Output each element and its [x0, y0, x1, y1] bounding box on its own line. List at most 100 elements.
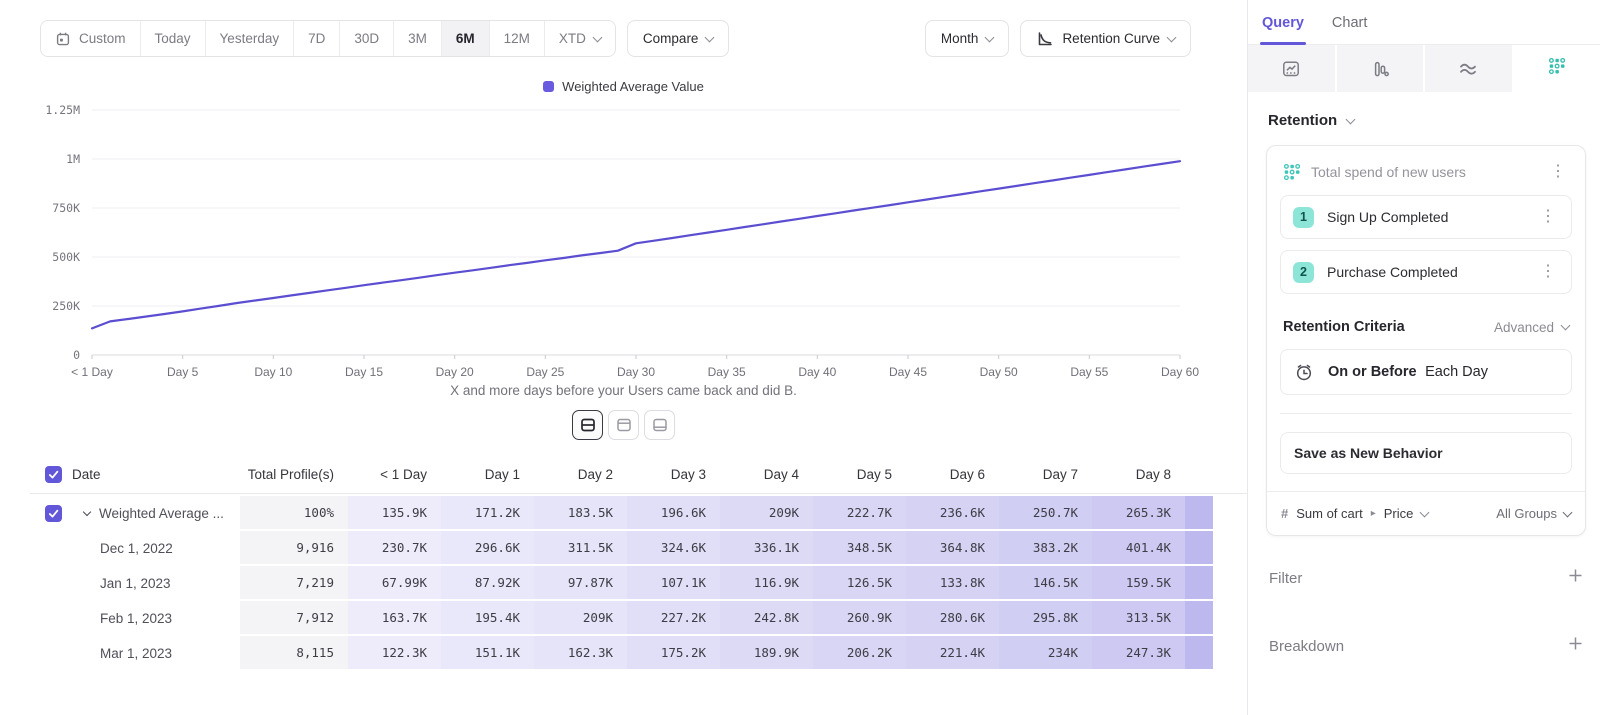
- add-breakdown-icon[interactable]: [1568, 636, 1583, 656]
- numeric-property-icon: #: [1281, 506, 1288, 521]
- funnels-icon: [1370, 59, 1390, 79]
- alarm-clock-icon: [1294, 362, 1314, 382]
- timing-selector[interactable]: On or Before Each Day: [1280, 349, 1572, 395]
- checkbox[interactable]: [45, 466, 62, 483]
- table-row[interactable]: Feb 1, 20237,912163.7K195.4K209K227.2K24…: [30, 601, 1247, 636]
- caret-right-icon: ▸: [1371, 508, 1376, 519]
- chevron-down-icon[interactable]: [83, 508, 91, 516]
- row-label-cell: Weighted Average ...: [72, 496, 240, 531]
- chevron-down-icon: [1420, 507, 1430, 517]
- groups-dropdown[interactable]: All Groups: [1496, 506, 1571, 521]
- svg-text:1M: 1M: [66, 152, 80, 166]
- range-30d[interactable]: 30D: [340, 21, 394, 56]
- table-row[interactable]: Weighted Average ...100%135.9K171.2K183.…: [30, 496, 1247, 531]
- retention-cell: 236.6K: [906, 496, 999, 531]
- insights-icon: [1281, 59, 1301, 79]
- column-header: Day 7: [999, 456, 1092, 493]
- breakdown-section[interactable]: Breakdown: [1266, 636, 1586, 656]
- layout-chart-view-button[interactable]: [608, 410, 639, 440]
- compare-label: Compare: [643, 31, 699, 46]
- retention-cell: 195.4K: [441, 601, 534, 636]
- range-7d[interactable]: 7D: [294, 21, 340, 56]
- column-header: < 1 Day: [348, 456, 441, 493]
- range-12m[interactable]: 12M: [490, 21, 545, 56]
- svg-text:< 1 Day: < 1 Day: [71, 365, 113, 379]
- chart-legend: Weighted Average Value: [0, 79, 1247, 94]
- date-range-group: CustomTodayYesterday7D30D3M 6M 12M XTD: [40, 20, 616, 57]
- range-6m[interactable]: 6M: [442, 21, 490, 56]
- chevron-down-icon: [592, 32, 602, 42]
- retention-cell: 324.6K: [627, 531, 720, 566]
- retention-cell: 107.1K: [627, 566, 720, 601]
- range-xtd[interactable]: XTD: [545, 21, 615, 56]
- chevron-down-icon: [705, 32, 715, 42]
- report-type-dropdown[interactable]: Retention: [1266, 112, 1586, 129]
- retention-cell: 189.9K: [720, 636, 813, 671]
- more-options-icon[interactable]: ⋮: [1547, 164, 1569, 180]
- series-label: Weighted Average ...: [99, 506, 224, 521]
- behavior-step[interactable]: 2Purchase Completed⋮: [1280, 250, 1572, 294]
- range-custom[interactable]: Custom: [41, 21, 141, 56]
- retention-cell: 135.9K: [348, 496, 441, 531]
- advanced-label: Advanced: [1494, 320, 1554, 335]
- tab-chart[interactable]: Chart: [1332, 15, 1367, 44]
- divider: [1280, 413, 1572, 414]
- date-label: Mar 1, 2023: [100, 646, 172, 661]
- layout-table-view-button[interactable]: [644, 410, 675, 440]
- row-checkbox-cell: [30, 566, 72, 601]
- filter-section[interactable]: Filter: [1266, 568, 1586, 588]
- granularity-dropdown[interactable]: Month: [925, 20, 1010, 57]
- save-behavior-button[interactable]: Save as New Behavior: [1280, 432, 1572, 474]
- range-label: 6M: [456, 31, 475, 46]
- range-today[interactable]: Today: [141, 21, 206, 56]
- svg-text:Day 30: Day 30: [617, 365, 655, 379]
- row-checkbox-cell: [30, 531, 72, 566]
- range-label: 12M: [504, 31, 530, 46]
- range-yesterday[interactable]: Yesterday: [206, 21, 295, 56]
- row-label-cell: Jan 1, 2023: [72, 566, 240, 601]
- retention-cell: 163.7K: [348, 601, 441, 636]
- retention-cell: 97.87K: [534, 566, 627, 601]
- table-row[interactable]: Jan 1, 20237,21967.99K87.92K97.87K107.1K…: [30, 566, 1247, 601]
- table-header-row: DateTotal Profile(s)< 1 DayDay 1Day 2Day…: [30, 456, 1247, 494]
- compare-button[interactable]: Compare: [627, 20, 730, 57]
- svg-text:Day 60: Day 60: [1161, 365, 1199, 379]
- svg-text:Day 20: Day 20: [436, 365, 474, 379]
- tab-query[interactable]: Query: [1262, 15, 1304, 44]
- svg-text:Day 35: Day 35: [708, 365, 746, 379]
- more-options-icon[interactable]: ⋮: [1537, 264, 1559, 280]
- metric-selector[interactable]: # Sum of cart ▸ Price: [1281, 506, 1428, 521]
- svg-text:750K: 750K: [52, 201, 80, 215]
- retention-criteria-label: Retention Criteria: [1283, 319, 1405, 335]
- svg-text:Day 50: Day 50: [980, 365, 1018, 379]
- more-options-icon[interactable]: ⋮: [1537, 209, 1559, 225]
- timing-mode-label: On or Before: [1328, 364, 1417, 380]
- layout-split-view-button[interactable]: [572, 410, 603, 440]
- calendar-icon: [55, 31, 71, 47]
- retention-cell: 133.8K: [906, 566, 999, 601]
- range-3m[interactable]: 3M: [394, 21, 442, 56]
- row-label-cell: Feb 1, 2023: [72, 601, 240, 636]
- step-event-label: Sign Up Completed: [1327, 209, 1524, 225]
- chart-type-label: Retention Curve: [1062, 31, 1160, 46]
- toolbar: CustomTodayYesterday7D30D3M 6M 12M XTD Comp…: [0, 0, 1247, 57]
- svg-text:Day 40: Day 40: [798, 365, 836, 379]
- svg-text:Day 5: Day 5: [167, 365, 199, 379]
- tab-insights[interactable]: [1248, 45, 1337, 92]
- chart-type-dropdown[interactable]: Retention Curve: [1020, 20, 1191, 57]
- tab-retention[interactable]: [1514, 45, 1600, 92]
- behavior-step[interactable]: 1 Sign Up Completed ⋮: [1280, 195, 1572, 239]
- advanced-dropdown[interactable]: Advanced: [1494, 320, 1569, 335]
- add-filter-icon[interactable]: [1568, 568, 1583, 588]
- table-row[interactable]: Dec 1, 20229,916230.7K296.6K311.5K324.6K…: [30, 531, 1247, 566]
- tab-funnels[interactable]: [1337, 45, 1426, 92]
- step-number-badge: 1: [1293, 207, 1314, 228]
- checkbox[interactable]: [45, 505, 62, 522]
- retention-cell: 242.8K: [720, 601, 813, 636]
- layout-toggle-group: [0, 410, 1247, 440]
- retention-table: DateTotal Profile(s)< 1 DayDay 1Day 2Day…: [30, 456, 1247, 671]
- table-row[interactable]: Mar 1, 20238,115122.3K151.1K162.3K175.2K…: [30, 636, 1247, 671]
- tab-flows[interactable]: [1425, 45, 1514, 92]
- date-label: Feb 1, 2023: [100, 611, 172, 626]
- row-checkbox-cell: [30, 496, 72, 531]
